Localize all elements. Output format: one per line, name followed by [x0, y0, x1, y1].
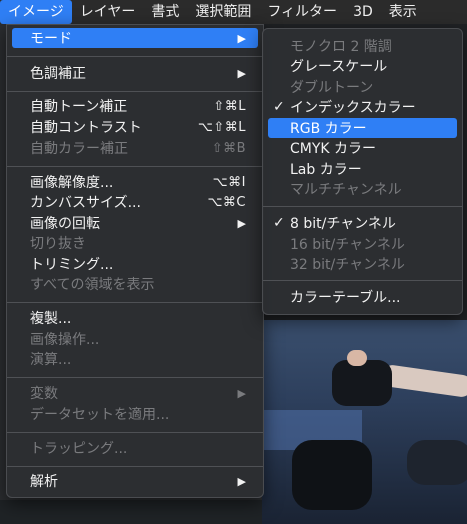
separator [7, 91, 263, 92]
menu-item-variables: 変数 ▶ [12, 383, 258, 403]
mode-item-indexed-color[interactable]: ✓ インデックスカラー [268, 97, 457, 117]
menu-view[interactable]: 表示 [381, 0, 425, 24]
menu-item-label: グレースケール [290, 59, 388, 75]
submenu-arrow-icon: ▶ [237, 66, 246, 80]
menu-item-auto-tone[interactable]: 自動トーン補正 ⇧⌘L [12, 96, 258, 116]
menu-item-label: 32 bit/チャンネル [290, 257, 405, 273]
menu-item-label: CMYK カラー [290, 141, 377, 157]
menu-item-label: カラーテーブル... [290, 290, 401, 306]
menu-item-calculations: 演算... [12, 349, 258, 369]
menu-item-apply-image: 画像操作... [12, 329, 258, 349]
menu-item-mode[interactable]: モード ▶ [12, 28, 258, 48]
mode-item-duotone: ダブルトーン [268, 77, 457, 97]
menu-item-label: 切り抜き [30, 236, 86, 252]
menu-item-label: Lab カラー [290, 162, 362, 178]
menu-type[interactable]: 書式 [143, 0, 187, 24]
shortcut-label: ⇧⌘L [213, 98, 246, 114]
submenu-arrow-icon: ▶ [237, 31, 246, 45]
shortcut-label: ⌥⌘I [212, 174, 246, 190]
menu-item-auto-contrast[interactable]: 自動コントラスト ⌥⇧⌘L [12, 117, 258, 137]
menu-item-crop: 切り抜き [12, 233, 258, 253]
menu-item-label: 画像操作... [30, 332, 100, 348]
menu-3d[interactable]: 3D [345, 0, 381, 24]
menu-item-trapping: トラッピング... [12, 438, 258, 458]
menu-item-label: 演算... [30, 352, 72, 368]
menu-image[interactable]: イメージ [0, 0, 72, 24]
menu-item-label: マルチチャンネル [290, 182, 402, 198]
checkmark-icon: ✓ [273, 215, 285, 231]
menu-select[interactable]: 選択範囲 [187, 0, 259, 24]
menu-item-label: 自動コントラスト [30, 120, 142, 136]
menu-item-label: 画像の回転 [30, 216, 100, 232]
menu-item-trim[interactable]: トリミング... [12, 254, 258, 274]
photo-image [262, 320, 467, 524]
menu-item-label: 自動カラー補正 [30, 141, 128, 157]
menu-item-rotation[interactable]: 画像の回転 ▶ [12, 213, 258, 233]
separator [7, 432, 263, 433]
menu-item-label: トリミング... [30, 257, 114, 273]
submenu-arrow-icon: ▶ [237, 474, 246, 488]
shortcut-label: ⌥⌘C [207, 194, 246, 210]
separator [7, 166, 263, 167]
separator [263, 206, 462, 207]
menu-bar: イメージ レイヤー 書式 選択範囲 フィルター 3D 表示 [0, 0, 467, 24]
mode-item-32bit: 32 bit/チャンネル [268, 254, 457, 274]
menu-item-label: カンバスサイズ... [30, 195, 141, 211]
menu-item-duplicate[interactable]: 複製... [12, 308, 258, 328]
menu-item-label: 画像解像度... [30, 175, 114, 191]
separator [7, 302, 263, 303]
separator [263, 280, 462, 281]
menu-item-label: 解析 [30, 474, 58, 490]
checkmark-icon: ✓ [273, 99, 285, 115]
mode-item-multichannel: マルチチャンネル [268, 179, 457, 199]
menu-item-label: 自動トーン補正 [30, 99, 128, 115]
mode-item-cmyk-color[interactable]: CMYK カラー [268, 138, 457, 158]
menu-item-label: モード [30, 31, 72, 47]
menu-item-label: 8 bit/チャンネル [290, 216, 396, 232]
menu-item-label: トラッピング... [30, 441, 128, 457]
separator [7, 377, 263, 378]
menu-item-label: モノクロ 2 階調 [290, 39, 392, 55]
menu-item-apply-dataset: データセットを適用... [12, 404, 258, 424]
menu-item-color-adjust[interactable]: 色調補正 ▶ [12, 63, 258, 83]
submenu-arrow-icon: ▶ [237, 216, 246, 230]
menu-filter[interactable]: フィルター [259, 0, 345, 24]
separator [7, 56, 263, 57]
menu-item-label: データセットを適用... [30, 407, 170, 423]
menu-item-image-size[interactable]: 画像解像度... ⌥⌘I [12, 172, 258, 192]
menu-item-label: RGB カラー [290, 121, 367, 137]
submenu-arrow-icon: ▶ [237, 386, 246, 400]
menu-item-label: インデックスカラー [290, 100, 416, 116]
menu-item-reveal-all: すべての領域を表示 [12, 274, 258, 294]
mode-item-grayscale[interactable]: グレースケール [268, 56, 457, 76]
menu-item-canvas-size[interactable]: カンバスサイズ... ⌥⌘C [12, 192, 258, 212]
image-menu: モード ▶ 色調補正 ▶ 自動トーン補正 ⇧⌘L 自動コントラスト ⌥⇧⌘L 自… [6, 24, 264, 498]
menu-item-label: すべての領域を表示 [30, 277, 155, 293]
menu-item-label: 複製... [30, 311, 72, 327]
shortcut-label: ⇧⌘B [211, 140, 246, 156]
mode-item-8bit[interactable]: ✓ 8 bit/チャンネル [268, 213, 457, 233]
mode-submenu: モノクロ 2 階調 グレースケール ダブルトーン ✓ インデックスカラー RGB… [262, 28, 463, 315]
menu-item-label: ダブルトーン [290, 80, 374, 96]
menu-item-label: 16 bit/チャンネル [290, 237, 405, 253]
shortcut-label: ⌥⇧⌘L [197, 119, 246, 135]
menu-item-auto-color: 自動カラー補正 ⇧⌘B [12, 138, 258, 158]
mode-item-16bit: 16 bit/チャンネル [268, 234, 457, 254]
mode-item-bitmap: モノクロ 2 階調 [268, 36, 457, 56]
menu-layer[interactable]: レイヤー [72, 0, 144, 24]
menu-item-analysis[interactable]: 解析 ▶ [12, 471, 258, 491]
mode-item-rgb-color[interactable]: RGB カラー [268, 118, 457, 138]
mode-item-lab-color[interactable]: Lab カラー [268, 159, 457, 179]
menu-item-label: 変数 [30, 386, 58, 402]
separator [7, 466, 263, 467]
mode-item-color-table[interactable]: カラーテーブル... [268, 287, 457, 307]
menu-item-label: 色調補正 [30, 66, 86, 82]
